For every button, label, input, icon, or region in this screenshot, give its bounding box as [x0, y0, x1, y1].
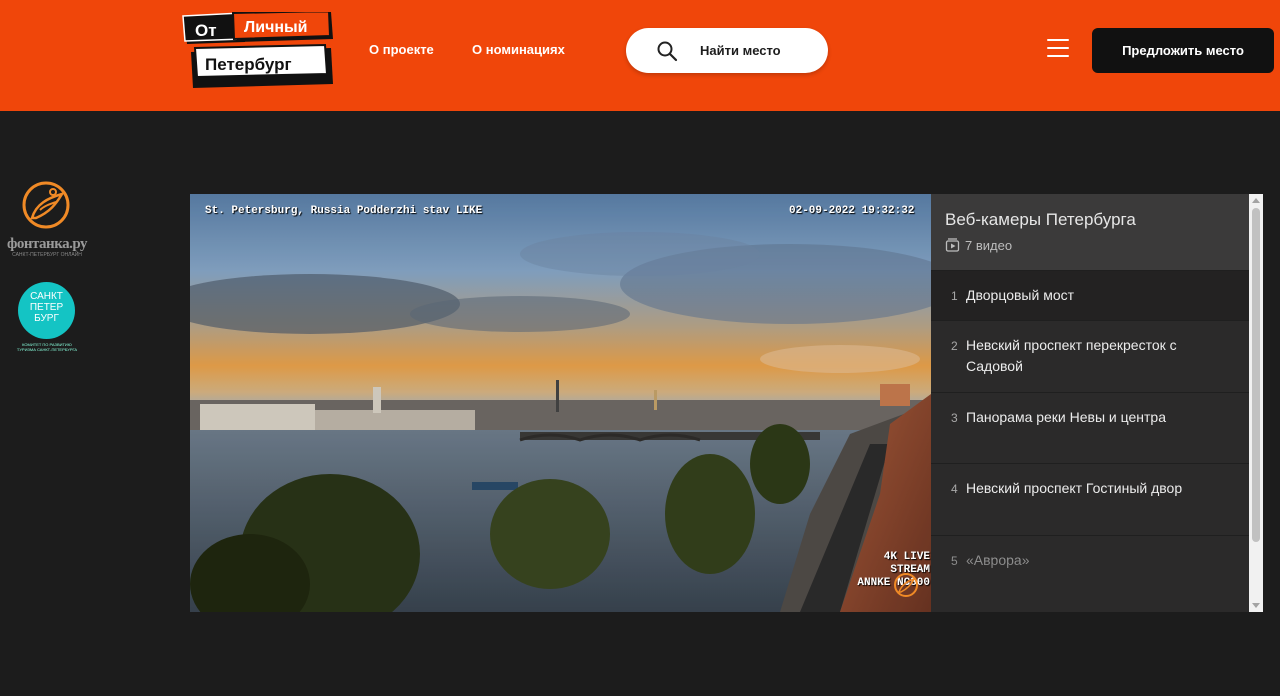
nav-about[interactable]: О проекте [369, 42, 434, 57]
playlist-scrollbar[interactable] [1249, 194, 1263, 612]
webcam-video-player[interactable]: St. Petersburg, Russia Podderzhi stav LI… [190, 194, 931, 612]
suggest-place-button[interactable]: Предложить место [1092, 28, 1274, 73]
playlist-item[interactable]: 3 Панорама реки Невы и центра [931, 392, 1249, 463]
logo-word-ot: От [195, 21, 217, 40]
fontanka-tagline: САНКТ-ПЕТЕРБУРГ ОНЛАЙН [12, 252, 82, 258]
playlist-item-title: Панорама реки Невы и центра [966, 409, 1167, 425]
webcam-playlist: Веб-камеры Петербурга 7 видео 1 Дворцовы… [931, 194, 1263, 612]
fontanka-bird-icon [22, 181, 70, 229]
spb-tagline: КОМИТЕТ ПО РАЗВИТИЮ ТУРИЗМА САНКТ-ПЕТЕРБ… [16, 342, 78, 352]
search-icon [657, 41, 678, 62]
scroll-up-arrow-icon[interactable] [1252, 198, 1260, 203]
logo-word-lichny: Личный [244, 19, 308, 36]
site-header: От Личный Петербург О проекте О номинаци… [0, 0, 1280, 111]
playlist-item-title: Дворцовый мост [966, 287, 1075, 303]
fontanka-logo[interactable]: фонтанка.ру САНКТ-ПЕТЕРБУРГ ОНЛАЙН [6, 180, 88, 262]
playlist-item-number: 2 [951, 339, 958, 353]
search-label: Найти место [700, 43, 781, 58]
playlist-item[interactable]: 2 Невский проспект перекресток с Садовой [931, 320, 1249, 392]
playlist-item-title: Невский проспект перекресток с Садовой [966, 337, 1177, 374]
search-button[interactable]: Найти место [626, 28, 828, 73]
playlist-item-number: 4 [951, 482, 958, 496]
playlist-item-number: 3 [951, 411, 958, 425]
site-logo[interactable]: От Личный Петербург [181, 9, 335, 90]
webcam-frame-image [190, 194, 931, 612]
playlist-item-title: «Аврора» [966, 552, 1030, 568]
spb-logo-text: САНКТ ПЕТЕР БУРГ [29, 291, 64, 324]
playlist-item[interactable]: 1 Дворцовый мост [931, 270, 1249, 320]
scroll-down-arrow-icon[interactable] [1252, 603, 1260, 608]
playlist-video-count: 7 видео [965, 238, 1013, 253]
logo-word-peterburg: Петербург [205, 55, 292, 74]
spb-tourism-logo[interactable]: САНКТ ПЕТЕР БУРГ КОМИТЕТ ПО РАЗВИТИЮ ТУР… [14, 282, 80, 354]
hamburger-menu-icon[interactable] [1047, 39, 1069, 61]
scrollbar-thumb[interactable] [1252, 208, 1260, 542]
playlist-header: Веб-камеры Петербурга 7 видео [931, 194, 1249, 270]
nav-nominations[interactable]: О номинациях [472, 42, 565, 57]
fontanka-name: фонтанка.ру [6, 236, 88, 252]
playlist-item[interactable]: 5 «Аврора» [931, 535, 1249, 612]
video-list-icon [945, 238, 960, 252]
playlist-item-title: Невский проспект Гостиный двор [966, 480, 1183, 496]
playlist-item-number: 1 [951, 289, 958, 303]
playlist-item[interactable]: 4 Невский проспект Гостиный двор [931, 463, 1249, 535]
fontanka-watermark-icon [894, 573, 918, 597]
stream-overlay-datetime: 02-09-2022 19:32:32 [789, 205, 915, 217]
stream-overlay-title: St. Petersburg, Russia Podderzhi stav LI… [205, 205, 483, 217]
playlist-title: Веб-камеры Петербурга [945, 210, 1136, 229]
playlist-item-number: 5 [951, 554, 958, 568]
